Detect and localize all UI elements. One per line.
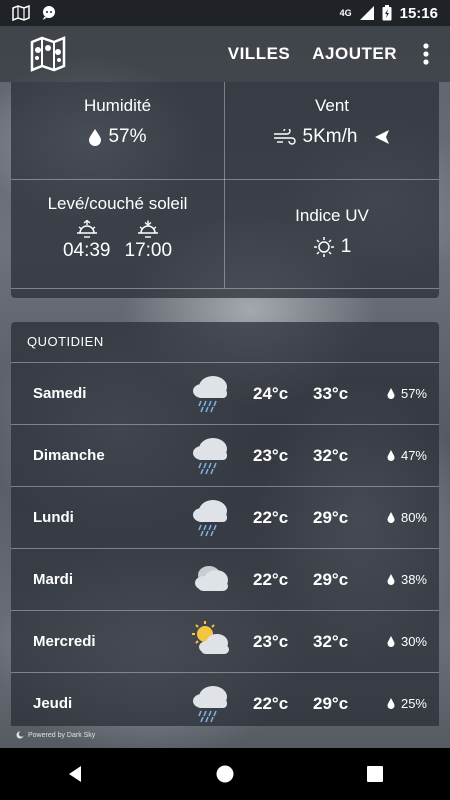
temp-max: 33°c [313, 384, 349, 403]
back-button[interactable] [55, 754, 95, 794]
rain-value: 25% [400, 696, 427, 711]
wind-title: Vent [314, 96, 350, 115]
droplet-icon [387, 450, 395, 461]
daily-forecast-panel: QUOTIDIEN Samedi 24°c 33°c 57% Dimanche … [11, 322, 439, 726]
uv-value: 1 [340, 236, 352, 257]
clock: 15:16 [399, 4, 438, 22]
wind-cell: Vent 5Km/h [225, 96, 439, 148]
day-name: Mardi [33, 571, 74, 588]
rain-cloud-icon [193, 500, 227, 537]
forecast-row-mercredi[interactable]: Mercredi 23°c 32°c 30% [11, 611, 439, 673]
sunrise-icon [76, 220, 97, 238]
sun-title: Levé/couché soleil [47, 194, 188, 213]
rain-value: 57% [400, 386, 427, 401]
forecast-row-jeudi[interactable]: Jeudi 22°c 29°c 25% [11, 673, 439, 726]
temp-min: 23°c [253, 632, 289, 651]
signal-icon [359, 6, 374, 20]
wind-value: 5Km/h [302, 126, 358, 147]
status-bar: 4G 15:16 [0, 0, 450, 26]
partly-cloudy-icon [192, 621, 229, 654]
humidity-value: 57% [108, 126, 147, 147]
temp-max: 29°c [313, 570, 349, 589]
temp-max: 29°c [313, 694, 349, 713]
rain-cloud-icon [193, 438, 227, 475]
uv-title: Indice UV [295, 206, 369, 225]
temp-min: 23°c [253, 446, 289, 465]
rain-chance: 47% [387, 425, 427, 486]
chat-icon [43, 6, 55, 20]
powered-by-text: Powered by Dark Sky [28, 731, 96, 739]
temp-min: 22°c [253, 508, 289, 527]
more-vert-icon[interactable] [408, 26, 444, 82]
temp-min: 22°c [253, 570, 289, 589]
rain-chance: 38% [387, 549, 427, 610]
wind-direction-icon [375, 130, 390, 144]
sun-cell: Levé/couché soleil 04:39 17:00 [11, 194, 224, 262]
rain-value: 80% [400, 510, 427, 525]
powered-by-attribution[interactable]: Powered by Dark Sky [16, 731, 95, 739]
forecast-row-mardi[interactable]: Mardi 22°c 29°c 38% [11, 549, 439, 611]
rain-value: 38% [400, 572, 427, 587]
rain-chance: 25% [387, 673, 427, 726]
day-name: Jeudi [33, 695, 73, 712]
back-icon [69, 766, 81, 782]
rain-chance: 57% [387, 363, 427, 424]
daily-header: QUOTIDIEN [11, 322, 439, 363]
recents-icon [367, 766, 383, 782]
droplet-icon [387, 698, 395, 709]
dark-sky-logo-icon [16, 731, 24, 739]
sun-icon [313, 237, 334, 257]
current-stats-panel: Humidité 57% Vent 5Km/h Levé/couché sole… [11, 82, 439, 298]
droplet-icon [387, 388, 395, 399]
rain-cloud-icon [193, 686, 227, 723]
temp-max: 32°c [313, 632, 349, 651]
forecast-row-lundi[interactable]: Lundi 22°c 29°c 80% [11, 487, 439, 549]
rain-cloud-icon [193, 376, 227, 413]
battery-charging-icon [382, 5, 392, 21]
humidity-cell: Humidité 57% [11, 96, 224, 148]
day-name: Mercredi [33, 633, 96, 650]
add-city-button[interactable]: AJOUTER [301, 26, 408, 82]
droplet-icon [387, 636, 395, 647]
temp-min: 22°c [253, 694, 289, 713]
map-icon [12, 5, 30, 21]
temp-max: 29°c [313, 508, 349, 527]
cloud-icon [195, 566, 228, 591]
forecast-row-samedi[interactable]: Samedi 24°c 33°c 57% [11, 363, 439, 425]
sunrise-time: 04:39 [62, 240, 111, 261]
map-logo-icon[interactable] [30, 36, 66, 72]
droplet-icon [89, 129, 102, 146]
home-button[interactable] [205, 754, 245, 794]
forecast-row-dimanche[interactable]: Dimanche 23°c 32°c 47% [11, 425, 439, 487]
rain-chance: 30% [387, 611, 427, 672]
day-name: Dimanche [33, 447, 105, 464]
rain-chance: 80% [387, 487, 427, 548]
droplet-icon [387, 574, 395, 585]
sunset-icon [138, 220, 159, 238]
rain-value: 47% [400, 448, 427, 463]
humidity-title: Humidité [83, 96, 152, 115]
wind-icon [273, 129, 296, 145]
sunset-time: 17:00 [124, 240, 173, 261]
system-navigation-bar [0, 748, 450, 800]
divider [11, 288, 439, 289]
network-type: 4G [339, 8, 352, 18]
divider [11, 179, 439, 180]
cities-button[interactable]: VILLES [217, 26, 302, 82]
day-name: Lundi [33, 509, 74, 526]
day-name: Samedi [33, 385, 87, 402]
uv-cell: Indice UV 1 [225, 206, 439, 258]
app-bar: VILLES AJOUTER [0, 26, 450, 82]
droplet-icon [387, 512, 395, 523]
recents-button[interactable] [355, 754, 395, 794]
temp-max: 32°c [313, 446, 349, 465]
rain-value: 30% [400, 634, 427, 649]
home-icon [216, 765, 234, 783]
temp-min: 24°c [253, 384, 289, 403]
